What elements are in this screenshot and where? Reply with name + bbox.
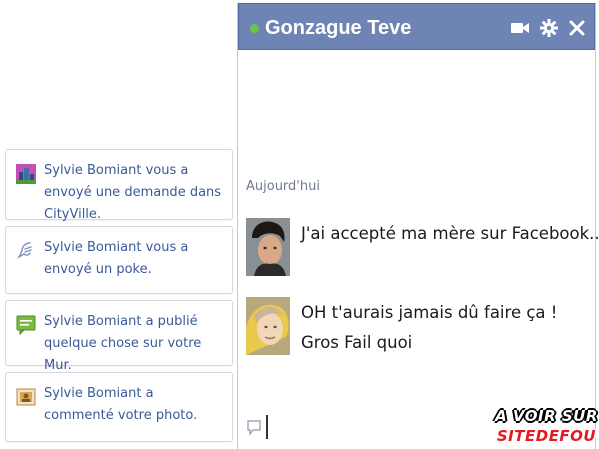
avatar[interactable] bbox=[246, 297, 290, 355]
cityville-icon bbox=[16, 164, 36, 184]
notification-cityville[interactable]: Sylvie Bomiant vous a envoyé une demande… bbox=[5, 149, 233, 222]
watermark: A VOIR SUR SITEDEFOU bbox=[494, 407, 599, 449]
message-text: Gros Fail quoi bbox=[301, 333, 413, 352]
gear-icon[interactable] bbox=[538, 17, 560, 39]
message-text: OH t'aurais jamais dû faire ça ! bbox=[301, 303, 558, 322]
photo-comment-icon bbox=[16, 388, 36, 406]
message-input[interactable] bbox=[266, 415, 268, 439]
avatar[interactable] bbox=[246, 218, 290, 276]
chat-message: OH t'aurais jamais dû faire ça ! Gros Fa… bbox=[246, 297, 586, 357]
compose-icon bbox=[247, 420, 261, 436]
wall-post-icon bbox=[16, 315, 36, 335]
notification-text: Sylvie Bomiant vous a envoyé un poke. bbox=[44, 240, 189, 277]
message-text: J'ai accepté ma mère sur Facebook... bbox=[301, 224, 599, 243]
notification-text: Sylvie Bomiant vous a envoyé une demande… bbox=[44, 163, 222, 222]
date-separator: Aujourd'hui bbox=[246, 179, 320, 194]
poke-icon bbox=[17, 242, 32, 259]
notification-photo-comment[interactable]: Sylvie Bomiant a commenté votre photo. bbox=[5, 372, 233, 442]
chat-contact-name[interactable]: Gonzague Teve bbox=[265, 14, 411, 42]
chat-header[interactable]: Gonzague Teve bbox=[238, 3, 595, 50]
chat-message: J'ai accepté ma mère sur Facebook... bbox=[246, 218, 599, 278]
watermark-line-2: SITEDEFOU bbox=[496, 427, 597, 445]
notification-text: Sylvie Bomiant a commenté votre photo. bbox=[44, 386, 198, 423]
watermark-line-1: A VOIR SUR bbox=[495, 407, 598, 425]
notification-text: Sylvie Bomiant a publié quelque chose su… bbox=[44, 314, 202, 373]
notification-list: Sylvie Bomiant vous a envoyé une demande… bbox=[0, 0, 238, 449]
close-icon[interactable] bbox=[566, 17, 588, 39]
notification-wall-post[interactable]: Sylvie Bomiant a publié quelque chose su… bbox=[5, 300, 233, 373]
online-status-icon bbox=[250, 24, 259, 33]
video-call-icon[interactable] bbox=[509, 17, 531, 39]
notification-poke[interactable]: Sylvie Bomiant vous a envoyé un poke. bbox=[5, 226, 233, 294]
chat-window: Gonzague Teve Aujourd'hui J'ai accepté m… bbox=[237, 3, 599, 449]
